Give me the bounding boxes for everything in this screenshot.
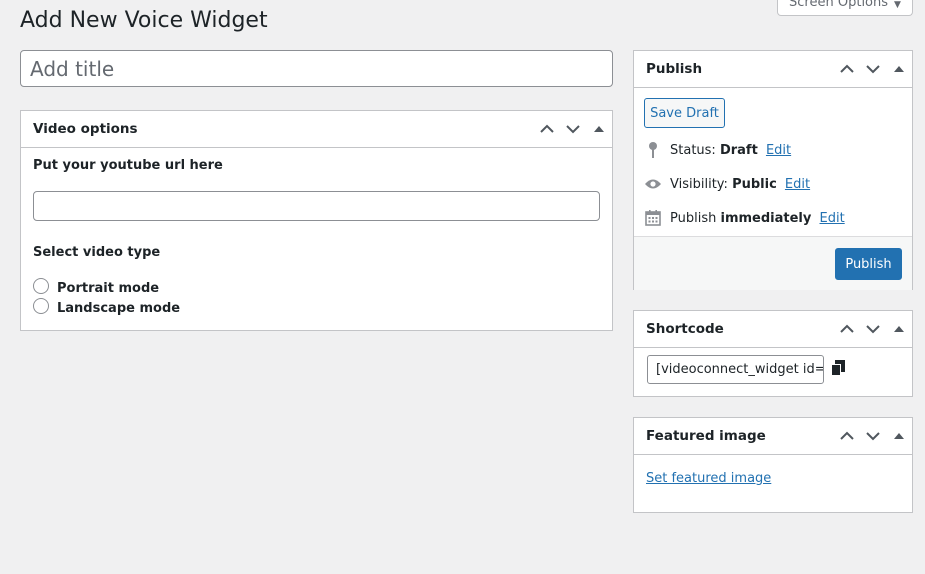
- set-featured-image-link[interactable]: Set featured image: [646, 471, 771, 486]
- landscape-mode-radio[interactable]: [33, 298, 49, 314]
- eye-icon: [644, 175, 662, 193]
- video-options-box: Video options Put your youtube url here …: [20, 110, 613, 331]
- video-options-title: Video options: [33, 121, 138, 137]
- video-options-header: Video options: [21, 111, 612, 148]
- featured-image-header: Featured image: [634, 418, 912, 455]
- publish-box: Publish Save Draft Status: Draft Edit Vi…: [633, 50, 913, 290]
- edit-status-link[interactable]: Edit: [766, 143, 791, 158]
- publish-schedule-row: Publish immediately Edit: [644, 209, 845, 227]
- video-type-label: Select video type: [33, 245, 161, 260]
- publish-schedule-label: Publish: [670, 210, 717, 226]
- visibility-value: Public: [732, 176, 777, 192]
- caret-down-icon: ▼: [894, 0, 901, 10]
- screen-options-label: Screen Options: [789, 0, 889, 10]
- screen-options-button[interactable]: Screen Options ▼: [777, 0, 913, 16]
- triangle-up-icon[interactable]: [586, 111, 612, 147]
- chevron-up-icon[interactable]: [834, 51, 860, 87]
- status-row: Status: Draft Edit: [644, 141, 791, 159]
- calendar-icon: [644, 209, 662, 227]
- chevron-down-icon[interactable]: [860, 311, 886, 347]
- visibility-label: Visibility:: [670, 176, 728, 192]
- save-draft-button[interactable]: Save Draft: [644, 98, 725, 128]
- chevron-up-icon[interactable]: [534, 111, 560, 147]
- chevron-down-icon[interactable]: [860, 51, 886, 87]
- triangle-up-icon[interactable]: [886, 311, 912, 347]
- status-label: Status:: [670, 142, 716, 158]
- chevron-down-icon[interactable]: [560, 111, 586, 147]
- shortcode-header: Shortcode: [634, 311, 912, 348]
- triangle-up-icon[interactable]: [886, 418, 912, 454]
- triangle-up-icon[interactable]: [886, 51, 912, 87]
- publish-title: Publish: [646, 61, 703, 77]
- portrait-mode-option[interactable]: Portrait mode: [33, 278, 600, 298]
- youtube-url-input[interactable]: [33, 191, 600, 221]
- shortcode-field[interactable]: [videoconnect_widget id=: [647, 355, 824, 384]
- title-input[interactable]: [20, 50, 613, 87]
- shortcode-title: Shortcode: [646, 321, 724, 337]
- landscape-mode-option[interactable]: Landscape mode: [33, 298, 600, 318]
- portrait-mode-radio[interactable]: [33, 278, 49, 294]
- publish-actions: Publish: [634, 236, 912, 290]
- featured-image-box: Featured image Set featured image: [633, 417, 913, 513]
- status-value: Draft: [719, 142, 758, 158]
- portrait-mode-label: Portrait mode: [57, 280, 160, 296]
- edit-schedule-link[interactable]: Edit: [820, 211, 845, 226]
- publish-button[interactable]: Publish: [835, 248, 902, 280]
- shortcode-box: Shortcode [videoconnect_widget id=: [633, 310, 913, 397]
- publish-header: Publish: [634, 51, 912, 88]
- publish-schedule-value: immediately: [720, 210, 812, 226]
- chevron-down-icon[interactable]: [860, 418, 886, 454]
- landscape-mode-label: Landscape mode: [57, 300, 181, 316]
- youtube-url-label: Put your youtube url here: [33, 158, 223, 173]
- edit-visibility-link[interactable]: Edit: [785, 177, 810, 192]
- chevron-up-icon[interactable]: [834, 418, 860, 454]
- featured-image-title: Featured image: [646, 428, 766, 444]
- pin-icon: [644, 141, 662, 159]
- chevron-up-icon[interactable]: [834, 311, 860, 347]
- page-title: Add New Voice Widget: [20, 8, 268, 33]
- copy-icon[interactable]: [831, 360, 847, 378]
- visibility-row: Visibility: Public Edit: [644, 175, 810, 193]
